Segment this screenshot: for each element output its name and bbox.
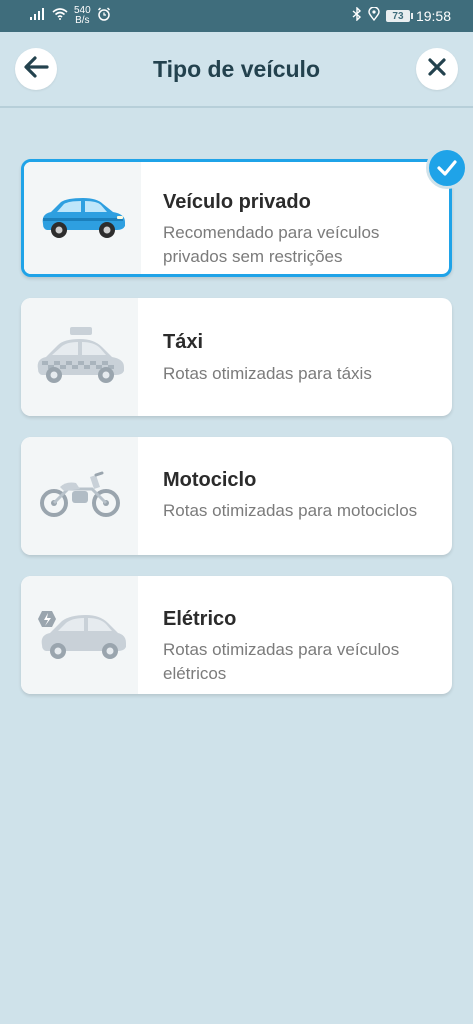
vehicle-image	[21, 576, 138, 694]
electric-car-icon	[32, 607, 128, 664]
status-bar: 540 B/s 73 19:58	[0, 0, 473, 32]
wifi-icon	[52, 7, 68, 25]
card-text: Veículo privado Recomendado para veículo…	[163, 162, 437, 274]
card-text: Táxi Rotas otimizadas para táxis	[163, 298, 440, 416]
card-title: Elétrico	[163, 608, 237, 630]
card-title: Táxi	[163, 331, 204, 353]
close-button[interactable]	[416, 48, 458, 90]
taxi-icon	[32, 325, 128, 390]
card-description: Recomendado para veículos privados sem r…	[163, 223, 380, 266]
close-icon	[427, 57, 447, 82]
card-description: Rotas otimizadas para veículos elétricos	[163, 640, 400, 683]
speed-unit: B/s	[75, 15, 90, 26]
car-icon	[37, 192, 129, 245]
selected-check-icon	[426, 147, 468, 189]
header: Tipo de veículo	[0, 32, 473, 108]
page-title: Tipo de veículo	[153, 56, 320, 82]
card-text: Elétrico Rotas otimizadas para veículos …	[163, 576, 440, 694]
vehicle-option-electric[interactable]: Elétrico Rotas otimizadas para veículos …	[21, 576, 452, 694]
vehicle-option-taxi[interactable]: Táxi Rotas otimizadas para táxis	[21, 298, 452, 416]
status-time: 19:58	[415, 8, 451, 24]
card-text: Motociclo Rotas otimizadas para motocicl…	[163, 437, 440, 555]
location-icon	[368, 5, 380, 26]
alarm-icon	[97, 6, 111, 26]
vehicle-option-motorcycle[interactable]: Motociclo Rotas otimizadas para motocicl…	[21, 437, 452, 555]
vehicle-image	[24, 162, 141, 274]
battery-icon: 73	[385, 10, 413, 22]
network-speed: 540 B/s	[74, 6, 91, 26]
vehicle-image	[21, 298, 138, 416]
card-title: Motociclo	[163, 469, 257, 491]
vehicle-option-private[interactable]: Veículo privado Recomendado para veículo…	[21, 159, 452, 277]
bluetooth-icon	[352, 5, 362, 26]
card-description: Rotas otimizadas para táxis	[163, 364, 372, 383]
signal-icon	[30, 7, 46, 25]
card-title: Veículo privado	[163, 191, 311, 213]
motorcycle-icon	[38, 469, 122, 524]
vehicle-image	[21, 437, 138, 555]
card-description: Rotas otimizadas para motociclos	[163, 501, 418, 520]
